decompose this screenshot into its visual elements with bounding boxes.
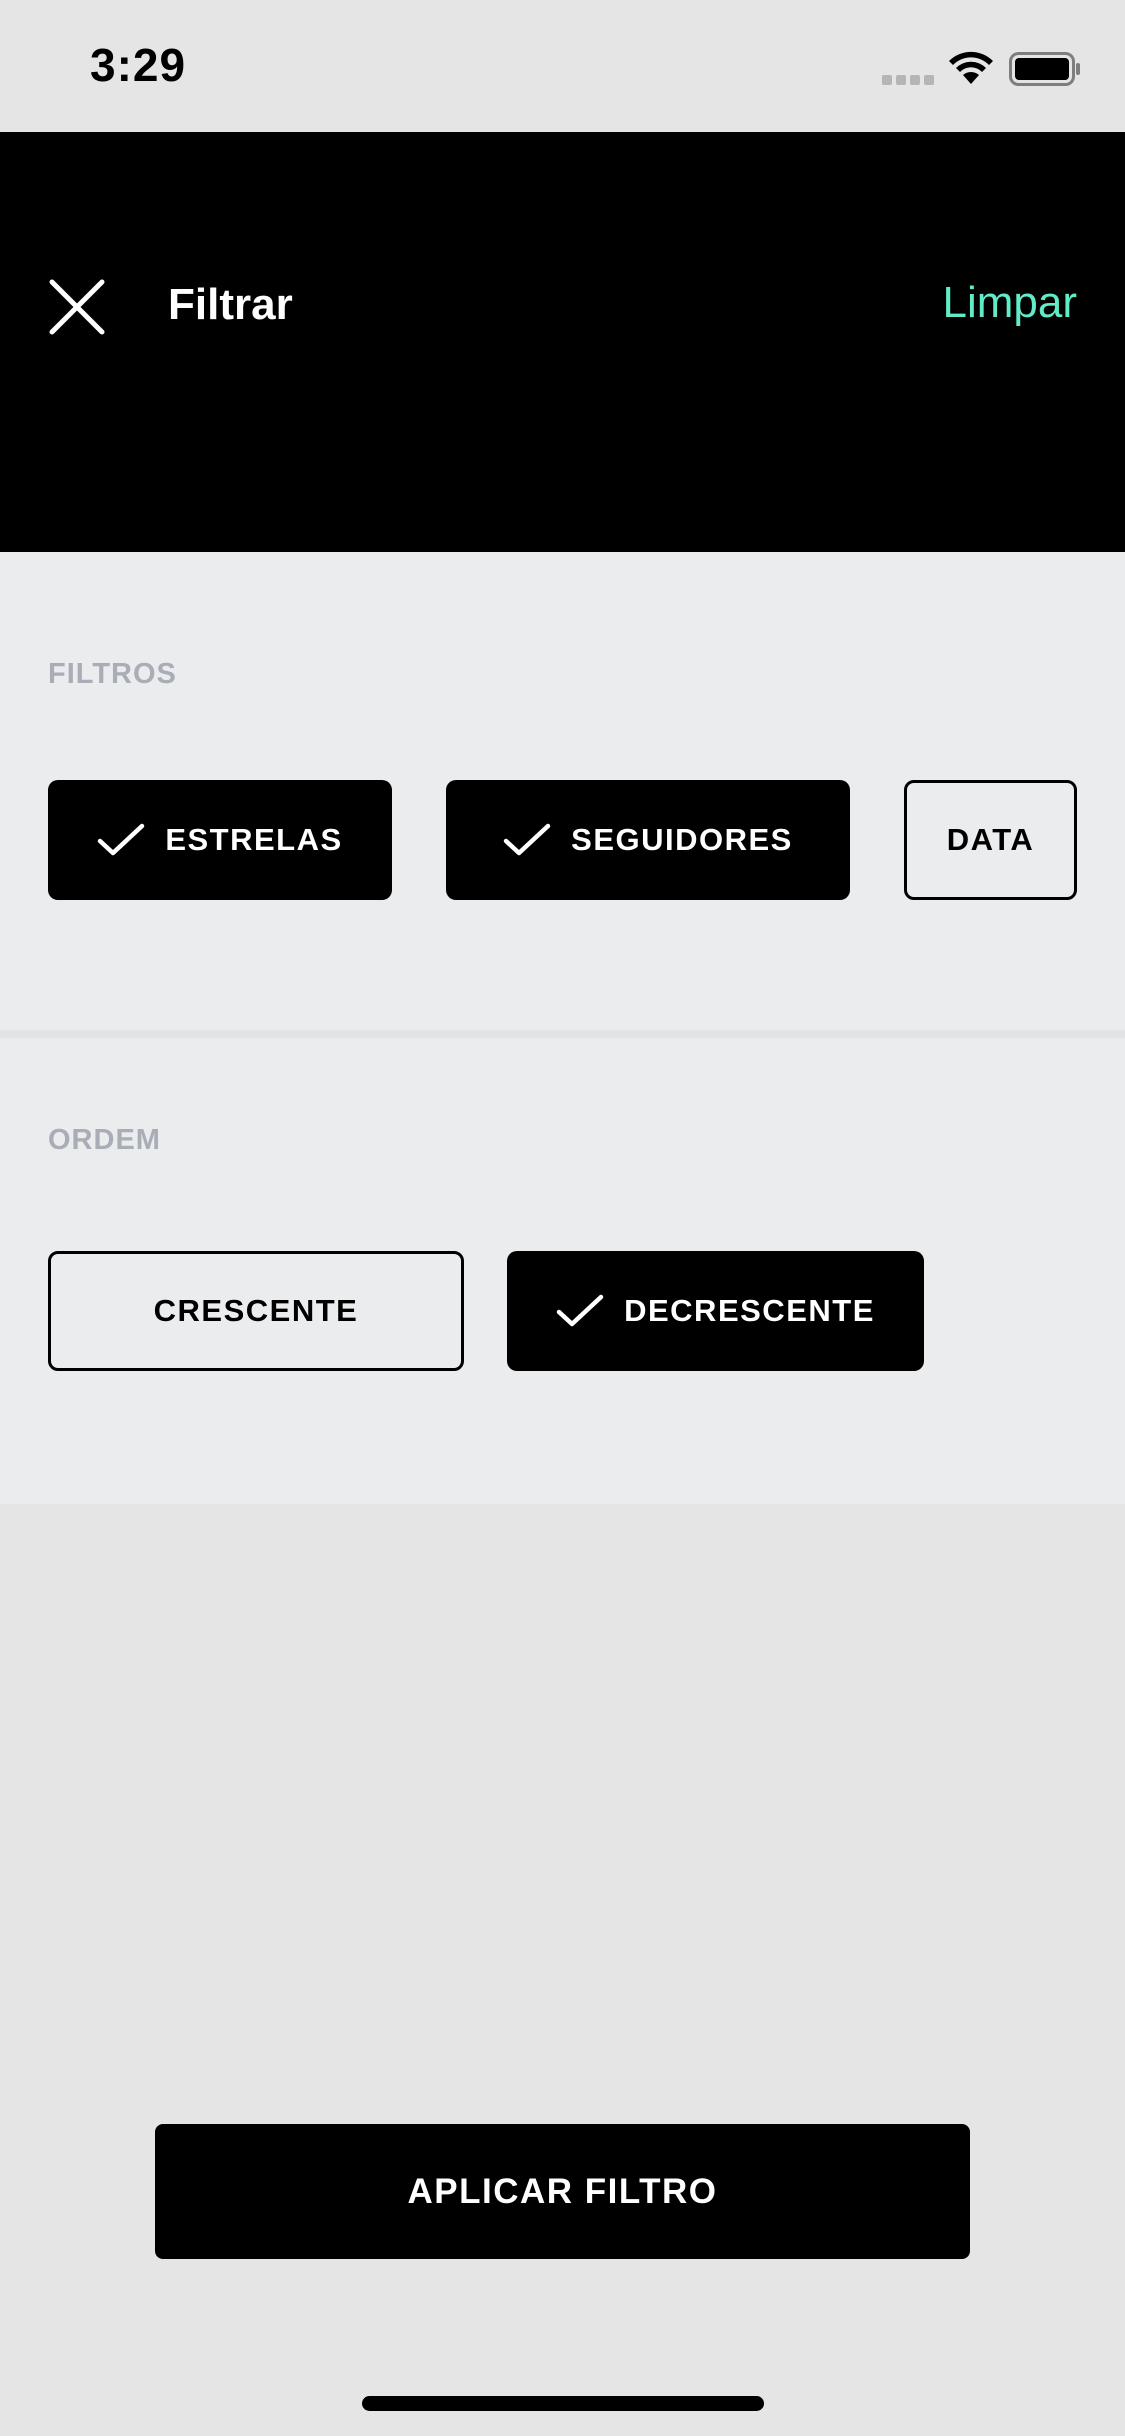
chip-label: ESTRELAS bbox=[165, 822, 343, 857]
filters-section: FILTROS ESTRELAS SEGUIDORES DATA bbox=[0, 552, 1125, 1030]
chip-crescente[interactable]: CRESCENTE bbox=[48, 1251, 464, 1371]
chip-label: DATA bbox=[946, 822, 1035, 857]
cellular-signal-icon bbox=[882, 75, 936, 85]
battery-icon bbox=[1009, 52, 1080, 86]
wifi-icon bbox=[949, 51, 993, 84]
apply-filter-button[interactable]: APLICAR FILTRO bbox=[155, 2124, 970, 2259]
chip-label: DECRESCENTE bbox=[624, 1293, 875, 1328]
header: Filtrar Limpar bbox=[0, 132, 1125, 552]
check-icon bbox=[98, 823, 145, 856]
filters-section-label: FILTROS bbox=[48, 658, 177, 690]
check-icon bbox=[503, 823, 551, 856]
chip-label: CRESCENTE bbox=[153, 1293, 359, 1328]
chip-label: SEGUIDORES bbox=[571, 822, 793, 857]
check-icon bbox=[556, 1294, 604, 1327]
section-divider bbox=[0, 1030, 1125, 1038]
home-indicator[interactable] bbox=[362, 2396, 764, 2411]
page-title: Filtrar bbox=[168, 280, 293, 329]
chip-decrescente[interactable]: DECRESCENTE bbox=[507, 1251, 924, 1371]
chip-seguidores[interactable]: SEGUIDORES bbox=[446, 780, 850, 900]
clear-button[interactable]: Limpar bbox=[943, 278, 1078, 328]
close-icon[interactable] bbox=[48, 278, 106, 336]
status-time: 3:29 bbox=[90, 39, 187, 91]
chip-estrelas[interactable]: ESTRELAS bbox=[48, 780, 392, 900]
order-section: ORDEM CRESCENTE DECRESCENTE bbox=[0, 1038, 1125, 1504]
chip-data[interactable]: DATA bbox=[904, 780, 1077, 900]
filter-screen: 3:29 Filtrar Limpar FILTROS ESTRELAS SEG… bbox=[0, 0, 1125, 2436]
status-bar: 3:29 bbox=[0, 0, 1125, 132]
order-section-label: ORDEM bbox=[48, 1124, 161, 1156]
